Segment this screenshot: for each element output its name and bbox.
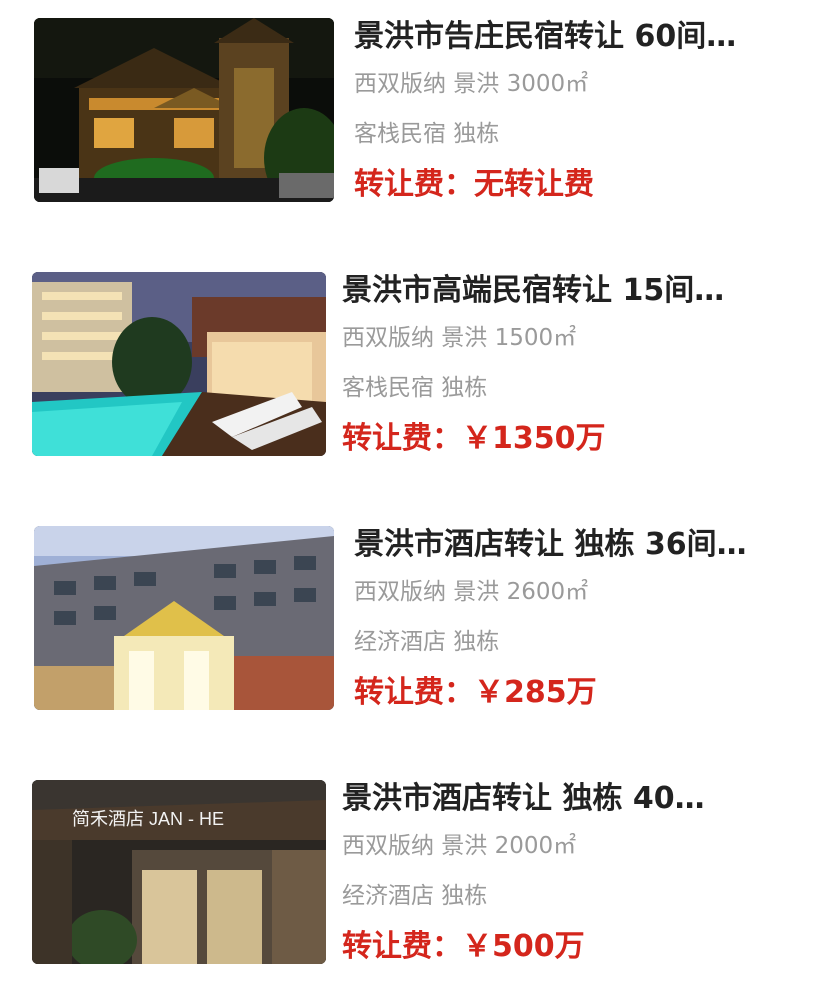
listing-transfer-fee: 转让费：无转让费 <box>354 166 808 204</box>
listing-transfer-fee: 转让费：￥500万 <box>342 928 808 966</box>
listing-card[interactable]: 景洪市告庄民宿转让 60间… 西双版纳 景洪 3000㎡ 客栈民宿 独栋 转让费… <box>0 18 828 218</box>
listing-title[interactable]: 景洪市酒店转让 独栋 36间… <box>354 526 808 564</box>
listing-category: 客栈民宿 独栋 <box>354 121 500 147</box>
listing-category: 客栈民宿 独栋 <box>342 375 488 401</box>
listing-card[interactable]: 景洪市高端民宿转让 15间… 西双版纳 景洪 1500㎡ 客栈民宿 独栋 转让费… <box>0 272 828 472</box>
listing-location: 西双版纳 景洪 3000㎡ <box>354 71 589 97</box>
listing-location: 西双版纳 景洪 1500㎡ <box>342 325 577 351</box>
listing-transfer-fee: 转让费：￥285万 <box>354 674 808 712</box>
listing-card[interactable]: 简禾酒店 JAN - HE 景洪市酒店转让 独栋 40… 西双版纳 景洪 200… <box>0 780 828 980</box>
listing-info: 景洪市告庄民宿转让 60间… 西双版纳 景洪 3000㎡ 客栈民宿 独栋 转让费… <box>354 18 808 204</box>
fee-label: 转让费： <box>342 421 462 456</box>
listing-info: 景洪市酒店转让 独栋 40… 西双版纳 景洪 2000㎡ 经济酒店 独栋 转让费… <box>342 780 808 966</box>
fee-label: 转让费： <box>342 929 462 964</box>
fee-value: 无转让费 <box>474 167 594 202</box>
hotel-sign-text: 简禾酒店 JAN - HE <box>72 809 224 829</box>
listing-photo[interactable] <box>32 272 326 456</box>
listing-title[interactable]: 景洪市高端民宿转让 15间… <box>342 272 808 310</box>
fee-label: 转让费： <box>354 675 474 710</box>
hotel-facade-photo <box>34 526 334 710</box>
listing-photo[interactable]: 简禾酒店 JAN - HE <box>32 780 326 964</box>
listing-category: 经济酒店 独栋 <box>342 883 488 909</box>
listing-photo[interactable] <box>34 526 334 710</box>
listing-card[interactable]: 景洪市酒店转让 独栋 36间… 西双版纳 景洪 2600㎡ 经济酒店 独栋 转让… <box>0 526 828 726</box>
listing-category: 经济酒店 独栋 <box>354 629 500 655</box>
fee-label: 转让费： <box>354 167 474 202</box>
listing-location: 西双版纳 景洪 2600㎡ <box>354 579 589 605</box>
guesthouse-night-photo <box>34 18 334 202</box>
hotel-pool-photo <box>32 272 326 456</box>
listing-info: 景洪市高端民宿转让 15间… 西双版纳 景洪 1500㎡ 客栈民宿 独栋 转让费… <box>342 272 808 458</box>
fee-value: ￥500万 <box>462 929 585 964</box>
hotel-entrance-photo: 简禾酒店 JAN - HE <box>32 780 326 964</box>
listing-info: 景洪市酒店转让 独栋 36间… 西双版纳 景洪 2600㎡ 经济酒店 独栋 转让… <box>354 526 808 712</box>
listing-location: 西双版纳 景洪 2000㎡ <box>342 833 577 859</box>
fee-value: ￥1350万 <box>462 421 606 456</box>
listing-title[interactable]: 景洪市酒店转让 独栋 40… <box>342 780 808 818</box>
fee-value: ￥285万 <box>474 675 597 710</box>
listing-photo[interactable] <box>34 18 334 202</box>
listing-title[interactable]: 景洪市告庄民宿转让 60间… <box>354 18 808 56</box>
listing-transfer-fee: 转让费：￥1350万 <box>342 420 808 458</box>
